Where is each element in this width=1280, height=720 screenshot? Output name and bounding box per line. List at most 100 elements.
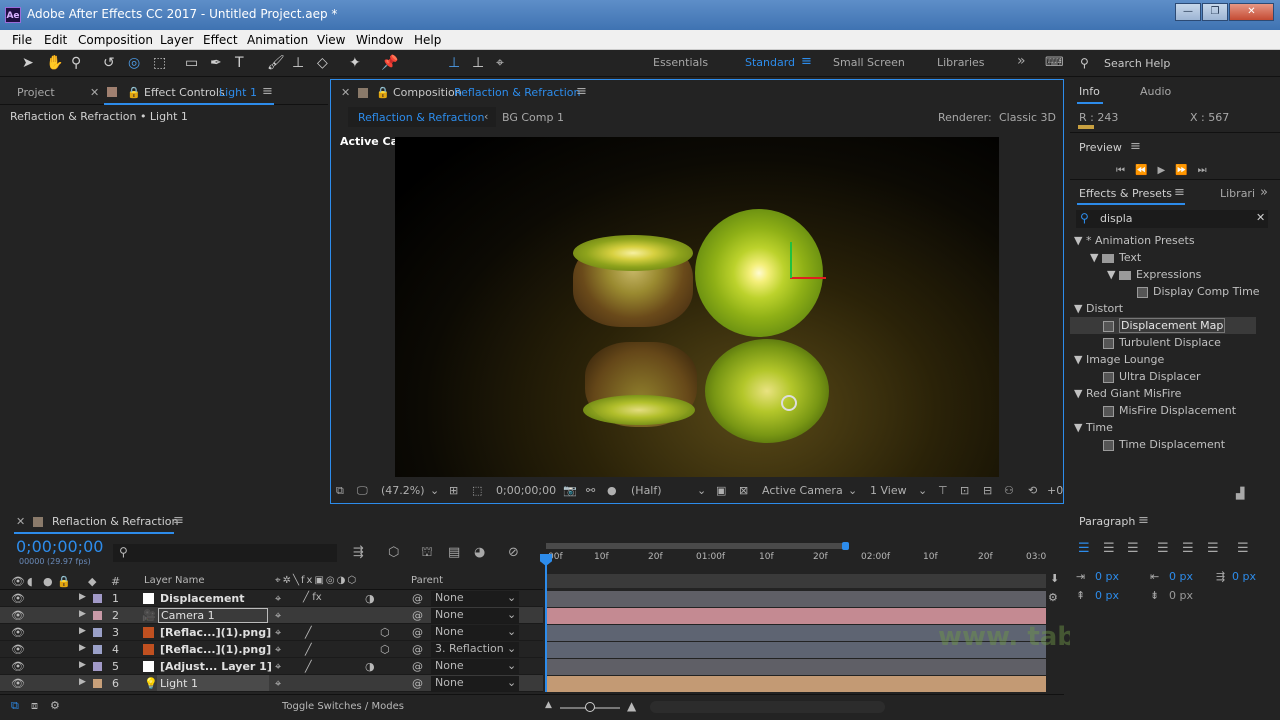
tree-item[interactable]: Display Comp Time <box>1137 285 1260 298</box>
pan-behind-tool-icon[interactable]: ⬚ <box>153 55 166 71</box>
zoom-marker-icon[interactable]: ⬇ <box>1050 572 1059 585</box>
minimize-button[interactable]: — <box>1175 3 1201 21</box>
comp-button-icon[interactable]: ⚙ <box>1048 591 1058 604</box>
transfer-controls-icon[interactable]: ⧈ <box>31 699 38 713</box>
tree-item[interactable]: ▼ Image Lounge <box>1074 353 1164 366</box>
pick-whip-icon[interactable]: @ <box>412 677 423 690</box>
parent-dropdown[interactable]: None ⌄ <box>431 659 519 674</box>
solo-toggle-icon[interactable]: ● <box>43 575 53 588</box>
frame-blending-icon[interactable]: ▤ <box>448 545 460 560</box>
snapshot-icon[interactable]: 📷 <box>563 484 577 497</box>
puppet-pin-tool-icon[interactable]: 📌 <box>381 55 398 71</box>
quality-switch-icon[interactable]: ╱ fx <box>303 592 322 603</box>
timeline-search-input[interactable]: ⚲ <box>113 544 337 562</box>
parent-dropdown[interactable]: 3. Reflaction &⌄ <box>431 642 519 657</box>
workspace-essentials[interactable]: Essentials <box>653 56 708 69</box>
world-axis-mode-icon[interactable]: ⊥ <box>472 55 484 71</box>
label-color[interactable] <box>93 611 102 620</box>
tab-timeline[interactable]: Reflaction & Refraction <box>52 515 178 528</box>
menu-file[interactable]: File <box>12 33 32 47</box>
tabs-overflow-icon[interactable]: » <box>1260 185 1268 200</box>
label-color[interactable] <box>93 679 102 688</box>
zoom-in-icon[interactable]: ▲ <box>627 699 636 713</box>
brush-tool-icon[interactable]: 🖌 <box>267 55 285 71</box>
space-after-field[interactable]: 0 px <box>1169 589 1193 602</box>
preview-menu-icon[interactable]: ≡ <box>1130 139 1141 154</box>
playback-controls-icon[interactable]: ⏮⏪▶⏩⏭ <box>1116 165 1217 176</box>
menu-edit[interactable]: Edit <box>44 33 67 47</box>
camera-view-dropdown[interactable]: Active Camera <box>762 484 843 497</box>
new-bin-icon[interactable]: ▟ <box>1236 487 1244 500</box>
display-icon[interactable]: 🖵 <box>357 484 368 498</box>
tab-preview[interactable]: Preview <box>1079 141 1122 154</box>
align-center-icon[interactable]: ☰ <box>1103 541 1115 556</box>
menu-window[interactable]: Window <box>356 33 403 47</box>
expand-arrow-icon[interactable]: ▶ <box>79 592 86 602</box>
mask-visibility-icon[interactable]: ⬚ <box>472 484 482 497</box>
audio-toggle-icon[interactable]: ◖ <box>27 575 33 588</box>
quality-switch-icon[interactable]: ╱ <box>305 626 312 639</box>
menu-layer[interactable]: Layer <box>160 33 193 47</box>
timeline-menu-icon[interactable]: ≡ <box>173 513 184 528</box>
effects-menu-icon[interactable]: ≡ <box>1174 185 1185 200</box>
shy-switch-icon[interactable]: ⌖ <box>275 660 281 674</box>
tree-item[interactable]: Ultra Displacer <box>1103 370 1201 383</box>
menu-help[interactable]: Help <box>414 33 441 47</box>
justify-all-icon[interactable]: ☰ <box>1237 541 1249 556</box>
comp-panel-menu-icon[interactable]: ≡ <box>576 84 587 99</box>
table-row[interactable]: 👁 ▶ 1 Displacement ⌖ ╱ fx ◑ @ None ⌄ <box>0 590 543 607</box>
current-time[interactable]: 0;00;00;00 <box>496 484 556 497</box>
header-layer-name[interactable]: Layer Name <box>144 575 205 586</box>
pick-whip-icon[interactable]: @ <box>412 660 423 673</box>
always-preview-icon[interactable]: ⧉ <box>336 484 344 498</box>
pen-tool-icon[interactable]: ✒ <box>210 55 222 71</box>
clone-stamp-tool-icon[interactable]: ⊥ <box>292 55 304 71</box>
close-tab-icon[interactable]: ✕ <box>90 86 99 99</box>
align-left-icon[interactable]: ☰ <box>1078 541 1090 556</box>
graph-editor-icon[interactable]: ⊘ <box>508 545 519 560</box>
close-comp-tab-icon[interactable]: ✕ <box>341 86 350 99</box>
view-axis-mode-icon[interactable]: ⌖ <box>496 55 504 71</box>
shy-switch-icon[interactable]: ⌖ <box>275 592 281 606</box>
tab-paragraph[interactable]: Paragraph <box>1079 515 1135 528</box>
hand-tool-icon[interactable]: ✋ <box>46 55 63 71</box>
clear-search-icon[interactable]: ✕ <box>1256 211 1265 224</box>
adjustment-switch-icon[interactable]: ◑ <box>365 660 375 673</box>
label-color[interactable] <box>93 628 102 637</box>
timeline-icon[interactable]: ⊟ <box>983 484 992 497</box>
layer-duration-bar[interactable] <box>547 591 1046 607</box>
shy-switch-icon[interactable]: ⌖ <box>275 643 281 657</box>
eye-icon[interactable]: 👁 <box>11 592 25 605</box>
table-row[interactable]: 👁 ▶ 4 [Reflac...](1).png] ⌖ ╱ ⬡ @ 3. Ref… <box>0 641 543 658</box>
pick-whip-icon[interactable]: @ <box>412 643 423 656</box>
close-timeline-tab-icon[interactable]: ✕ <box>16 515 25 528</box>
rotate-tool-icon[interactable]: ↺ <box>103 55 115 71</box>
layer-name[interactable]: [Reflac...](1).png] <box>160 643 271 656</box>
tree-item[interactable]: Time Displacement <box>1103 438 1225 451</box>
toggle-pixel-icon[interactable]: ⊤ <box>938 484 948 497</box>
tab-effects-presets[interactable]: Effects & Presets <box>1079 187 1172 200</box>
timeline-timecode[interactable]: 0;00;00;00 <box>16 537 103 556</box>
y-axis-gizmo[interactable] <box>790 242 792 278</box>
flowchart-icon[interactable]: ⚇ <box>1004 484 1014 497</box>
x-axis-gizmo[interactable] <box>790 277 826 279</box>
tab-effect-controls[interactable]: Effect Controls <box>144 86 225 99</box>
draft-3d-icon[interactable]: ⬡ <box>388 545 399 560</box>
indent-right-field[interactable]: 0 px <box>1169 570 1193 583</box>
parent-dropdown[interactable]: None ⌄ <box>431 591 519 606</box>
layer-name[interactable]: Light 1 <box>160 677 198 690</box>
workspace-menu-icon[interactable]: ≡ <box>801 54 812 69</box>
comp-lock-icon[interactable]: 🔒 <box>376 86 390 99</box>
label-color[interactable] <box>93 594 102 603</box>
show-snapshot-icon[interactable]: ⚯ <box>586 484 595 497</box>
parent-dropdown[interactable]: None ⌄ <box>431 625 519 640</box>
selection-tool-icon[interactable]: ➤ <box>22 55 34 71</box>
tab-composition[interactable]: Composition <box>393 86 462 99</box>
tree-item[interactable]: ▼ Time <box>1074 421 1113 434</box>
tab-audio[interactable]: Audio <box>1140 85 1171 98</box>
menu-animation[interactable]: Animation <box>247 33 308 47</box>
expand-arrow-icon[interactable]: ▶ <box>79 677 86 687</box>
safe-zones-icon[interactable]: ⊞ <box>449 484 458 497</box>
toggle-switches-modes[interactable]: Toggle Switches / Modes <box>282 701 404 712</box>
first-line-indent-field[interactable]: 0 px <box>1232 570 1256 583</box>
